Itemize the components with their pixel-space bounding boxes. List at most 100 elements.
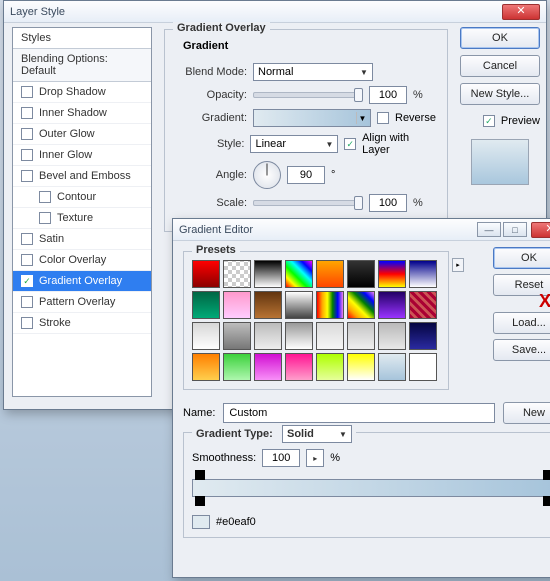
ge-reset-button[interactable]: Reset	[493, 274, 550, 296]
preset-swatch[interactable]	[254, 291, 282, 319]
style-checkbox[interactable]	[21, 233, 33, 245]
ge-load-button[interactable]: Load...	[493, 312, 550, 334]
preview-checkbox[interactable]: ✓	[483, 115, 495, 127]
style-checkbox[interactable]	[21, 86, 33, 98]
style-item-color-overlay[interactable]: Color Overlay	[13, 250, 151, 271]
preset-swatch[interactable]	[378, 353, 406, 381]
smoothness-value[interactable]: 100	[262, 449, 300, 467]
preset-swatch[interactable]	[316, 322, 344, 350]
preset-swatch[interactable]	[378, 322, 406, 350]
preset-swatch[interactable]	[316, 291, 344, 319]
styles-header[interactable]: Styles	[13, 28, 151, 49]
close-icon[interactable]: ✕	[531, 222, 550, 238]
maximize-icon[interactable]: □	[503, 222, 527, 237]
preset-swatch[interactable]	[192, 260, 220, 288]
preset-swatch[interactable]	[192, 291, 220, 319]
style-checkbox[interactable]	[39, 212, 51, 224]
minimize-icon[interactable]: —	[477, 222, 501, 237]
preset-swatch[interactable]	[378, 291, 406, 319]
style-checkbox[interactable]	[21, 170, 33, 182]
angle-dial[interactable]	[253, 161, 281, 189]
align-checkbox[interactable]: ✓	[344, 138, 356, 150]
style-item-gradient-overlay[interactable]: ✓Gradient Overlay	[13, 271, 151, 292]
gradient-editor-titlebar[interactable]: Gradient Editor — □ ✕	[173, 219, 550, 241]
preset-swatch[interactable]	[223, 260, 251, 288]
preset-swatch[interactable]	[285, 322, 313, 350]
opacity-value[interactable]: 100	[369, 86, 407, 104]
ge-ok-button[interactable]: OK	[493, 247, 550, 269]
name-input[interactable]: Custom	[223, 403, 495, 423]
style-checkbox[interactable]	[39, 191, 51, 203]
style-item-bevel-and-emboss[interactable]: Bevel and Emboss	[13, 166, 151, 187]
style-item-satin[interactable]: Satin	[13, 229, 151, 250]
ge-save-button[interactable]: Save...	[493, 339, 550, 361]
style-item-inner-glow[interactable]: Inner Glow	[13, 145, 151, 166]
style-item-pattern-overlay[interactable]: Pattern Overlay	[13, 292, 151, 313]
style-item-drop-shadow[interactable]: Drop Shadow	[13, 82, 151, 103]
style-select[interactable]: Linear▼	[250, 135, 338, 153]
style-checkbox[interactable]	[21, 107, 33, 119]
preset-swatch[interactable]	[409, 322, 437, 350]
style-item-inner-shadow[interactable]: Inner Shadow	[13, 103, 151, 124]
preset-swatch[interactable]	[192, 322, 220, 350]
style-item-contour[interactable]: Contour	[13, 187, 151, 208]
scale-slider[interactable]	[253, 200, 363, 206]
presets-label: Presets	[192, 244, 240, 256]
gradient-bar[interactable]	[192, 479, 550, 497]
new-gradient-button[interactable]: New	[503, 402, 550, 424]
layer-style-titlebar[interactable]: Layer Style ✕	[4, 1, 546, 23]
preset-swatch[interactable]	[223, 353, 251, 381]
preset-swatch[interactable]	[347, 322, 375, 350]
style-checkbox[interactable]: ✓	[21, 275, 33, 287]
opacity-slider[interactable]	[253, 92, 363, 98]
preset-swatch[interactable]	[347, 291, 375, 319]
reverse-checkbox[interactable]	[377, 112, 389, 124]
blending-options-row[interactable]: Blending Options: Default	[13, 49, 151, 82]
color-stop-left[interactable]	[195, 496, 205, 506]
preset-swatch[interactable]	[223, 291, 251, 319]
stop-color-swatch[interactable]	[192, 515, 210, 529]
preset-swatch[interactable]	[223, 322, 251, 350]
presets-menu-icon[interactable]: ▸	[452, 258, 464, 272]
angle-value[interactable]: 90	[287, 166, 325, 184]
scale-value[interactable]: 100	[369, 194, 407, 212]
color-stop-right[interactable]	[543, 496, 550, 506]
style-item-label: Texture	[57, 212, 93, 224]
preset-swatch[interactable]	[347, 353, 375, 381]
gradient-picker[interactable]: ▼	[253, 109, 371, 127]
chevron-down-icon: ▼	[337, 428, 349, 440]
preset-swatch[interactable]	[285, 291, 313, 319]
preset-swatch[interactable]	[409, 353, 437, 381]
style-checkbox[interactable]	[21, 317, 33, 329]
style-item-outer-glow[interactable]: Outer Glow	[13, 124, 151, 145]
gradient-type-select[interactable]: Solid▼	[282, 425, 352, 443]
cancel-button[interactable]: Cancel	[460, 55, 540, 77]
ok-button[interactable]: OK	[460, 27, 540, 49]
style-checkbox[interactable]	[21, 149, 33, 161]
preset-swatch[interactable]	[347, 260, 375, 288]
preset-swatch[interactable]	[409, 260, 437, 288]
align-label: Align with Layer	[362, 132, 437, 156]
preset-swatch[interactable]	[254, 353, 282, 381]
preset-swatch[interactable]	[285, 353, 313, 381]
close-icon[interactable]: ✕	[502, 4, 540, 20]
opacity-stop-right[interactable]	[543, 470, 550, 480]
preset-swatch[interactable]	[409, 291, 437, 319]
preset-swatch[interactable]	[254, 260, 282, 288]
style-item-texture[interactable]: Texture	[13, 208, 151, 229]
preset-swatch[interactable]	[192, 353, 220, 381]
smoothness-stepper[interactable]: ▸	[306, 449, 324, 467]
preset-swatch[interactable]	[285, 260, 313, 288]
new-style-button[interactable]: New Style...	[460, 83, 540, 105]
preset-swatch[interactable]	[254, 322, 282, 350]
opacity-stop-left[interactable]	[195, 470, 205, 480]
blend-mode-select[interactable]: Normal▼	[253, 63, 373, 81]
style-item-label: Color Overlay	[39, 254, 106, 266]
preset-swatch[interactable]	[316, 260, 344, 288]
style-item-stroke[interactable]: Stroke	[13, 313, 151, 334]
preset-swatch[interactable]	[378, 260, 406, 288]
style-checkbox[interactable]	[21, 296, 33, 308]
preset-swatch[interactable]	[316, 353, 344, 381]
style-checkbox[interactable]	[21, 254, 33, 266]
style-checkbox[interactable]	[21, 128, 33, 140]
